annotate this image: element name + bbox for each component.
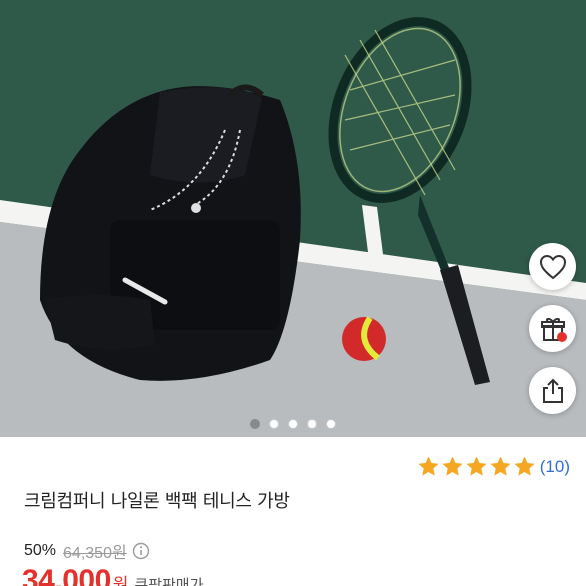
slide-dot[interactable] (269, 419, 279, 429)
product-title: 크림컴퍼니 나일론 백팩 테니스 가방 (24, 491, 290, 512)
slide-dot[interactable] (326, 419, 336, 429)
product-photo (0, 0, 586, 437)
slide-dot[interactable] (250, 419, 260, 429)
star-icon (418, 456, 439, 476)
currency-unit: 원 (112, 575, 129, 586)
gift-icon (540, 317, 567, 342)
price-type-label: 쿠팡판매가 (134, 576, 204, 586)
sale-price: 34,000 (22, 564, 111, 586)
sale-price-row: 34,000 원 쿠팡판매가 (22, 564, 203, 586)
star-icon (490, 456, 511, 476)
star-rating (416, 455, 536, 478)
star-icon (514, 456, 535, 476)
slide-indicator (0, 419, 586, 429)
share-icon (542, 378, 563, 403)
star-icon (466, 456, 487, 476)
discount-rate: 50% (24, 542, 57, 559)
like-button[interactable] (529, 243, 576, 290)
slide-dot[interactable] (307, 419, 317, 429)
slide-dot[interactable] (288, 419, 298, 429)
review-count[interactable]: (10) (540, 457, 570, 477)
share-button[interactable] (529, 367, 576, 414)
original-price: 64,350원 (63, 545, 127, 562)
info-icon[interactable] (132, 542, 150, 560)
gift-button[interactable] (529, 305, 576, 352)
product-image-gallery[interactable] (0, 0, 586, 437)
original-price-row: 50% 64,350원 (24, 539, 150, 563)
rating[interactable]: (10) (416, 455, 570, 478)
heart-icon (539, 254, 566, 279)
star-icon (442, 456, 463, 476)
